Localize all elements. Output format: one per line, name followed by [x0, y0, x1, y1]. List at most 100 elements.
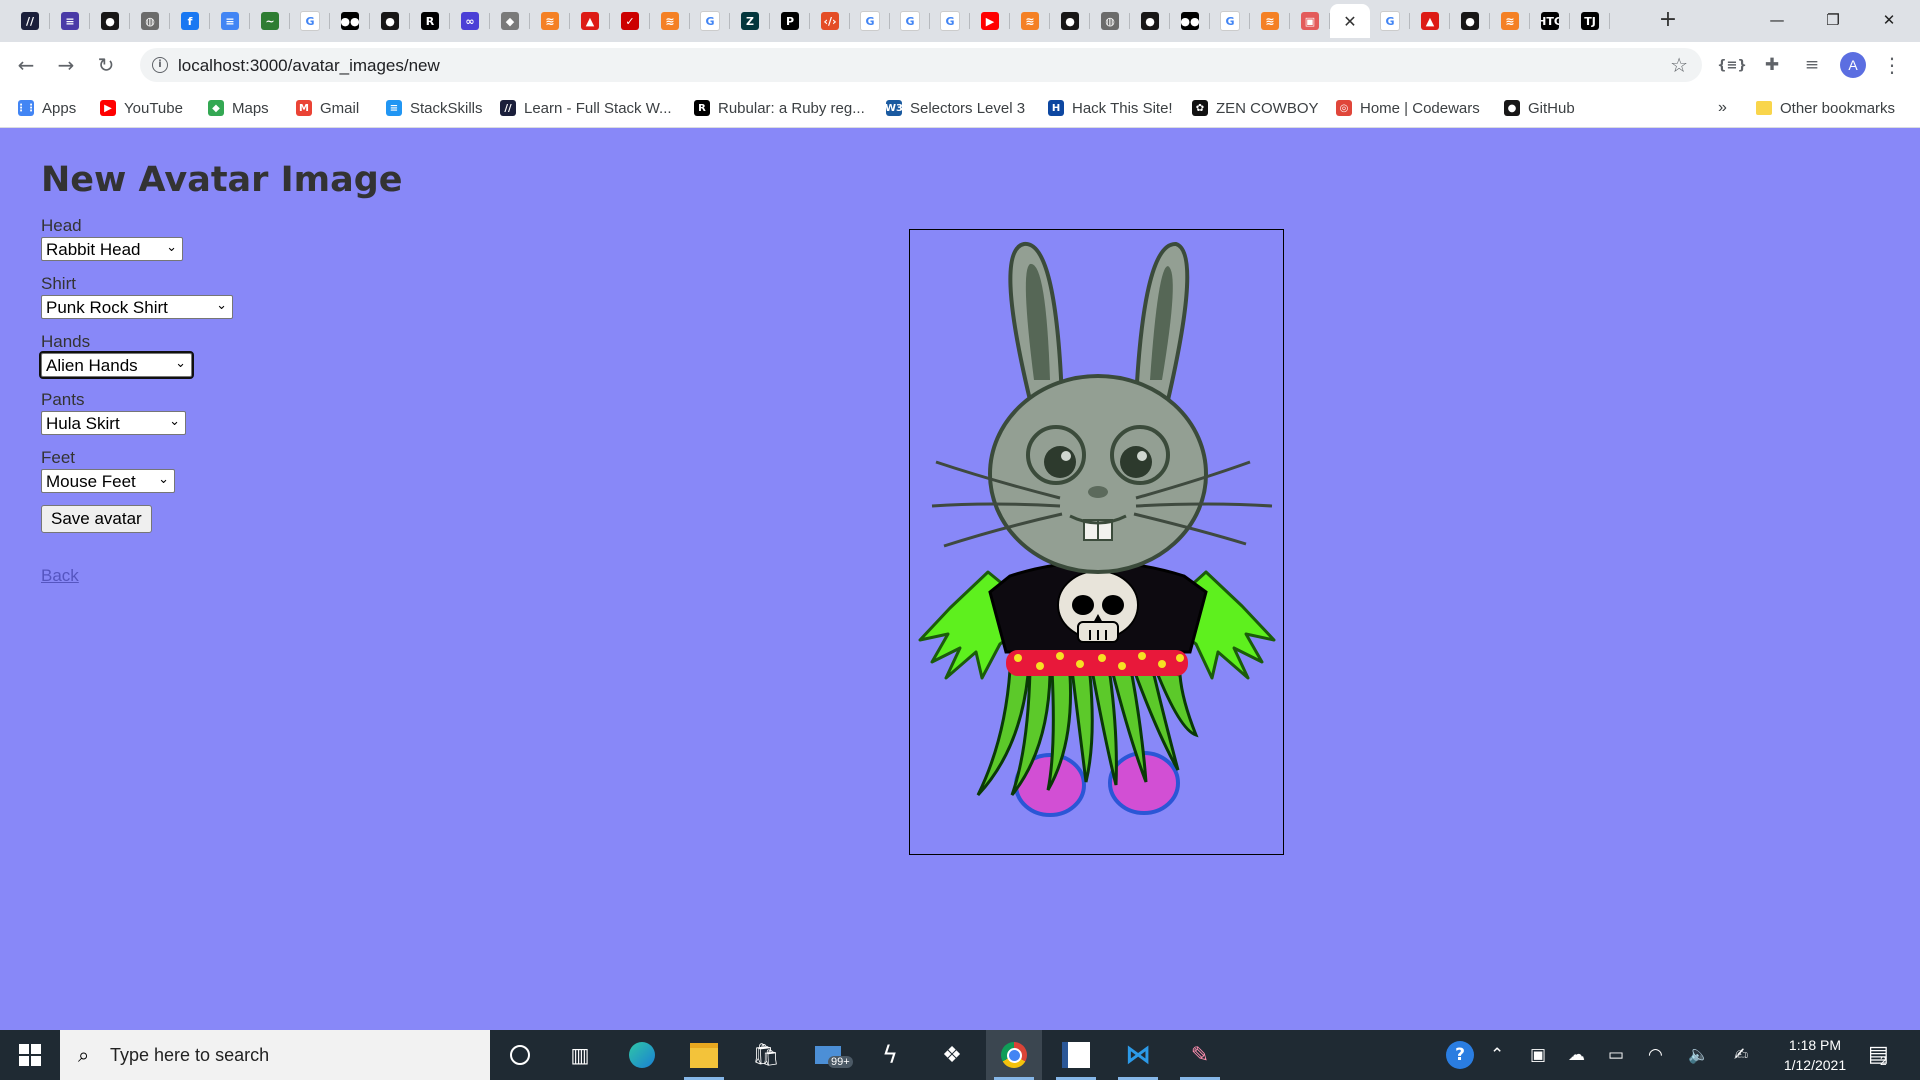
wifi-icon[interactable]: ◠ — [1648, 1045, 1663, 1065]
bookmark-star-icon[interactable]: ☆ — [1670, 53, 1688, 77]
address-bar[interactable]: i localhost:3000/avatar_images/new ☆ — [140, 48, 1702, 82]
browser-tab[interactable]: ● — [1130, 4, 1170, 38]
profile-avatar[interactable]: A — [1840, 52, 1866, 78]
browser-tab[interactable]: Z — [730, 4, 770, 38]
browser-tab[interactable]: ●● — [330, 4, 370, 38]
browser-tab[interactable]: ◆ — [490, 4, 530, 38]
json-extension-icon[interactable]: {≡} — [1717, 53, 1746, 77]
browser-tab[interactable]: ◍ — [130, 4, 170, 38]
onedrive-icon[interactable]: ☁ — [1568, 1045, 1585, 1065]
url-text[interactable]: localhost:3000/avatar_images/new — [178, 56, 440, 76]
windows-start-button[interactable] — [0, 1030, 60, 1080]
forward-arrow-icon[interactable]: → — [52, 51, 80, 79]
browser-tab[interactable]: ≋ — [530, 4, 570, 38]
more-bookmarks-button[interactable]: » — [1718, 98, 1727, 118]
browser-tab[interactable]: G — [1370, 4, 1410, 38]
task-view-icon[interactable]: ▥ — [552, 1030, 608, 1080]
word-doc-icon[interactable] — [1048, 1030, 1104, 1080]
minimize-button[interactable]: — — [1754, 0, 1800, 40]
browser-tab[interactable]: ●● — [1170, 4, 1210, 38]
browser-tab[interactable]: P — [770, 4, 810, 38]
bookmark-github[interactable]: ● GitHub — [1504, 98, 1575, 118]
reload-icon[interactable]: ↻ — [92, 51, 120, 79]
browser-tab[interactable]: ▶ — [970, 4, 1010, 38]
browser-tab[interactable]: ▲ — [1410, 4, 1450, 38]
paint-icon[interactable]: ✎ — [1172, 1030, 1228, 1080]
dropbox-icon[interactable]: ❖ — [924, 1030, 980, 1080]
browser-tab[interactable]: ● — [1450, 4, 1490, 38]
edge-icon[interactable] — [614, 1030, 670, 1080]
bookmark-hackthissite[interactable]: H Hack This Site! — [1048, 98, 1173, 118]
browser-tab[interactable]: ▣ — [1290, 4, 1330, 38]
browser-tab[interactable]: G — [690, 4, 730, 38]
browser-tab[interactable]: // — [10, 4, 50, 38]
window-close-button[interactable]: ✕ — [1866, 0, 1912, 40]
extensions-puzzle-icon[interactable]: ✚ — [1760, 53, 1784, 77]
lightning-app-icon[interactable]: ϟ — [862, 1030, 918, 1080]
bookmark-w3c[interactable]: W3 Selectors Level 3 — [886, 98, 1025, 118]
media-queue-icon[interactable]: ≡ — [1800, 53, 1824, 77]
head-select[interactable]: Rabbit Head — [41, 237, 183, 261]
tab-close-icon[interactable]: ✕ — [1343, 12, 1356, 31]
bookmark-apps-grid[interactable]: ⋮⋮ Apps — [18, 98, 76, 118]
bookmark-rubular[interactable]: R Rubular: a Ruby reg... — [694, 98, 865, 118]
other-bookmarks-folder[interactable]: Other bookmarks — [1756, 98, 1895, 118]
new-tab-button[interactable]: + — [1656, 8, 1680, 32]
browser-tab[interactable]: ● — [1050, 4, 1090, 38]
file-explorer-icon[interactable] — [676, 1030, 732, 1080]
hands-select[interactable]: Alien Hands — [39, 351, 194, 379]
browser-tab[interactable]: ◍ — [1090, 4, 1130, 38]
browser-tab[interactable]: ≡ — [210, 4, 250, 38]
browser-tab[interactable]: ≋ — [1010, 4, 1050, 38]
browser-tab[interactable]: ≋ — [1250, 4, 1290, 38]
browser-tab[interactable]: G — [290, 4, 330, 38]
browser-tab[interactable]: ▲ — [570, 4, 610, 38]
shirt-select[interactable]: Punk Rock Shirt — [41, 295, 233, 319]
browser-tab[interactable]: R — [410, 4, 450, 38]
browser-tab[interactable]: G — [850, 4, 890, 38]
back-link[interactable]: Back — [41, 566, 79, 586]
clock-time[interactable]: 1:18 PM — [1770, 1037, 1860, 1053]
help-icon[interactable]: ? — [1446, 1041, 1474, 1069]
bookmark-youtube[interactable]: ▶ YouTube — [100, 98, 183, 118]
bookmark-zencowboy[interactable]: ✿ ZEN COWBOY — [1192, 98, 1319, 118]
bookmark-maps[interactable]: ◆ Maps — [208, 98, 269, 118]
cortana-icon[interactable] — [492, 1030, 548, 1080]
battery-icon[interactable]: ▭ — [1608, 1045, 1624, 1065]
taskbar-search[interactable]: ⌕ Type here to search — [60, 1030, 490, 1080]
browser-tab[interactable]: ~ — [250, 4, 290, 38]
bookmark-toptal[interactable]: // Learn - Full Stack W... — [500, 98, 672, 118]
browser-tab[interactable]: HTG — [1530, 4, 1570, 38]
tab-active[interactable]: ✕ — [1330, 4, 1370, 38]
back-arrow-icon[interactable]: ← — [12, 51, 40, 79]
browser-tab[interactable]: G — [930, 4, 970, 38]
browser-tab[interactable]: G — [890, 4, 930, 38]
maximize-button[interactable]: ❐ — [1810, 0, 1856, 40]
browser-tab[interactable]: TJ — [1570, 4, 1610, 38]
save-avatar-button[interactable]: Save avatar — [41, 505, 152, 533]
chevron-up-icon[interactable]: ⌃ — [1490, 1045, 1504, 1065]
feet-select[interactable]: Mouse Feet — [41, 469, 175, 493]
browser-tab[interactable]: G — [1210, 4, 1250, 38]
search-placeholder[interactable]: Type here to search — [110, 1045, 269, 1066]
browser-tab[interactable]: ‹/› — [810, 4, 850, 38]
pants-select[interactable]: Hula Skirt — [41, 411, 186, 435]
bookmark-codewars[interactable]: ◎ Home | Codewars — [1336, 98, 1480, 118]
clock-date[interactable]: 1/12/2021 — [1770, 1057, 1860, 1073]
bookmark-gmail[interactable]: M Gmail — [296, 98, 359, 118]
browser-tab[interactable]: ≋ — [650, 4, 690, 38]
browser-tab[interactable]: ✓ — [610, 4, 650, 38]
pen-icon[interactable]: ✍ — [1734, 1045, 1748, 1065]
kebab-menu-icon[interactable]: ⋮ — [1880, 53, 1904, 77]
volume-icon[interactable]: 🔈 — [1688, 1045, 1709, 1065]
browser-tab[interactable]: ≡ — [50, 4, 90, 38]
browser-tab[interactable]: ≋ — [1490, 4, 1530, 38]
browser-tab[interactable]: f — [170, 4, 210, 38]
mail-icon[interactable]: 99+ — [800, 1030, 856, 1080]
meet-now-icon[interactable]: ▣ — [1530, 1045, 1546, 1065]
info-icon[interactable]: i — [152, 57, 168, 73]
store-icon[interactable]: 🛍 — [738, 1030, 794, 1080]
browser-tab[interactable]: ● — [370, 4, 410, 38]
browser-tab[interactable]: ● — [90, 4, 130, 38]
chrome-icon[interactable] — [986, 1030, 1042, 1080]
